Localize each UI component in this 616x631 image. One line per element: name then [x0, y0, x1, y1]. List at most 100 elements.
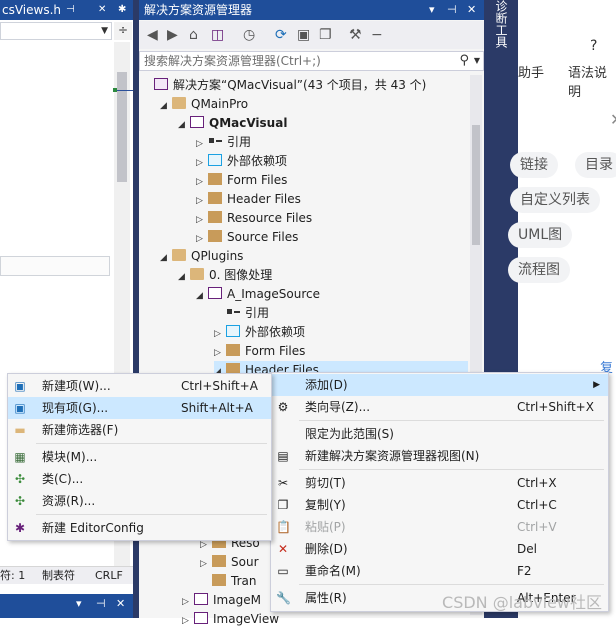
tree-item[interactable]: ▷ Resource Files: [196, 209, 312, 228]
expanded-arrow-icon[interactable]: ◢: [160, 97, 172, 116]
menu-item[interactable]: ✣ 类(C)...: [8, 468, 271, 490]
pin-icon[interactable]: ⊣: [66, 0, 75, 20]
menu-item-label: 删除(D): [305, 542, 348, 556]
pin-icon[interactable]: ⊣: [96, 597, 106, 610]
tree-item[interactable]: ◢ QMainPro: [160, 95, 248, 114]
menu-item[interactable]: 限定为此范围(S): [271, 423, 608, 445]
close-icon[interactable]: ✕: [610, 110, 616, 129]
menu-item[interactable]: ✣ 资源(R)...: [8, 490, 271, 512]
solution-explorer-search-input[interactable]: 搜索解决方案资源管理器(Ctrl+;) ⚲ ▼: [139, 51, 484, 71]
back-icon[interactable]: ◀: [147, 26, 158, 44]
scrollbar-thumb[interactable]: [472, 125, 480, 245]
switch-views-icon[interactable]: ◫: [211, 26, 224, 44]
tree-item[interactable]: ▷ Header Files: [196, 190, 301, 209]
tree-item[interactable]: ▷ Source Files: [196, 228, 298, 247]
tree-item[interactable]: ◢ QPlugins: [160, 247, 243, 266]
chip-flowchart[interactable]: 流程图: [508, 257, 570, 283]
close-icon[interactable]: ✕: [116, 597, 125, 610]
paste-icon: 📋: [276, 520, 291, 534]
menu-item[interactable]: ✕ 删除(D) Del: [271, 538, 608, 560]
menu-item[interactable]: ❐ 复制(Y) Ctrl+C: [271, 494, 608, 516]
tree-item[interactable]: 引用: [214, 304, 269, 323]
navigation-dropdown[interactable]: ▼: [0, 22, 112, 40]
chevron-down-icon[interactable]: ▾: [429, 0, 435, 20]
menu-item[interactable]: ⚙ 类向导(Z)... Ctrl+Shift+X: [271, 396, 608, 418]
sync-icon[interactable]: ⟳: [275, 26, 287, 44]
menu-item-label: 类(C)...: [42, 472, 84, 486]
chip-link[interactable]: 链接: [510, 152, 558, 178]
menu-item[interactable]: ▣ 现有项(G)... Shift+Alt+A: [8, 397, 271, 419]
collapsed-arrow-icon[interactable]: ▷: [182, 612, 194, 631]
tree-item[interactable]: ◢ QMacVisual: [178, 114, 287, 133]
menu-item-label: 新建筛选器(F): [42, 423, 119, 437]
chevron-down-icon[interactable]: ▼: [474, 52, 480, 70]
tree-item[interactable]: ◢ A_ImageSource: [196, 285, 320, 304]
pin-icon[interactable]: ⊣: [447, 0, 457, 20]
filter-icon: [212, 574, 226, 586]
split-editor-button[interactable]: ÷: [114, 22, 132, 40]
new-filter-icon: ▬: [14, 423, 26, 437]
expanded-arrow-icon[interactable]: ◢: [178, 116, 190, 135]
expanded-arrow-icon[interactable]: ◢: [178, 268, 190, 287]
wrench-icon[interactable]: ⚒: [349, 26, 362, 44]
chevron-down-icon[interactable]: ▾: [76, 597, 82, 610]
menu-item-label: 模块(M)...: [42, 450, 98, 464]
gear-icon[interactable]: ✱: [118, 0, 126, 20]
tree-item[interactable]: ▷ 外部依赖项: [196, 152, 287, 171]
new-view-icon: ▤: [277, 449, 289, 463]
close-icon[interactable]: ✕: [467, 0, 476, 20]
assistant-label[interactable]: 助手: [518, 62, 544, 81]
menu-item[interactable]: ▭ 重命名(M) F2: [271, 560, 608, 582]
project-icon: [208, 287, 222, 299]
menu-item[interactable]: ✱ 新建 EditorConfig: [8, 517, 271, 539]
search-icon[interactable]: ⚲: [459, 52, 469, 70]
editor-tab[interactable]: csViews.h ⊣ ✕ ✱: [0, 0, 133, 20]
wrench-icon: 🔧: [276, 591, 291, 605]
folder-icon: [172, 249, 186, 261]
tree-item[interactable]: ▷ Form Files: [196, 171, 287, 190]
add-submenu: ▣ 新建项(W)... Ctrl+Shift+A ▣ 现有项(G)... Shift+Al…: [7, 373, 272, 541]
tree-item[interactable]: ▷ Sour: [200, 553, 259, 572]
menu-item[interactable]: ▬ 新建筛选器(F): [8, 419, 271, 441]
chip-toc[interactable]: 目录: [575, 152, 616, 178]
menu-item[interactable]: 📋 粘贴(P) Ctrl+V: [271, 516, 608, 538]
status-tabs[interactable]: 制表符: [42, 567, 75, 584]
status-column[interactable]: 符: 1: [0, 567, 25, 584]
menu-item[interactable]: ▦ 模块(M)...: [8, 446, 271, 468]
tree-item-label: A_ImageSource: [227, 287, 321, 301]
close-icon[interactable]: ✕: [98, 0, 106, 20]
chip-custom-list[interactable]: 自定义列表: [510, 187, 600, 213]
tree-item[interactable]: ▷ ImageM: [182, 591, 261, 610]
diagnostic-tools-tab[interactable]: 诊断工具: [490, 0, 512, 60]
menu-item[interactable]: ▣ 新建项(W)... Ctrl+Shift+A: [8, 375, 271, 397]
menu-item-label: 添加(D): [305, 378, 348, 392]
tree-item[interactable]: 解决方案“QMacVisual”(43 个项目，共 43 个): [142, 76, 426, 95]
tree-item[interactable]: ▷ 引用: [196, 133, 251, 152]
pending-changes-icon[interactable]: ◷: [243, 26, 255, 44]
tree-item[interactable]: ▷ 外部依赖项: [214, 323, 305, 342]
menu-item[interactable]: 添加(D) ▶: [271, 374, 608, 396]
home-icon[interactable]: ⌂: [189, 26, 198, 44]
show-all-files-icon[interactable]: ❐: [319, 26, 332, 44]
menu-item[interactable]: ✂ 剪切(T) Ctrl+X: [271, 472, 608, 494]
tree-item-label: QMacVisual: [209, 116, 288, 130]
tree-item[interactable]: ▷ ImageView: [182, 610, 279, 629]
status-eol[interactable]: CRLF: [95, 567, 123, 584]
tree-item[interactable]: Tran: [200, 572, 256, 591]
tree-item[interactable]: ▷ Form Files: [214, 342, 305, 361]
menu-item[interactable]: ▤ 新建解决方案资源管理器视图(N): [271, 445, 608, 467]
help-circle-icon[interactable]: ?: [590, 38, 597, 54]
chip-uml[interactable]: UML图: [508, 222, 573, 248]
tree-item-label: QPlugins: [191, 249, 244, 263]
grammar-label[interactable]: 语法说明: [568, 62, 616, 100]
minus-icon[interactable]: −: [371, 26, 383, 44]
forward-icon[interactable]: ▶: [167, 26, 178, 44]
menu-separator: [36, 514, 267, 515]
scrollbar-thumb[interactable]: [117, 72, 127, 182]
tree-item[interactable]: ◢ 0. 图像处理: [178, 266, 272, 285]
menu-separator: [299, 420, 604, 421]
expanded-arrow-icon[interactable]: ◢: [160, 249, 172, 268]
expanded-arrow-icon[interactable]: ◢: [196, 287, 208, 306]
copy-icon: ❐: [277, 498, 289, 512]
collapse-all-icon[interactable]: ▣: [297, 26, 310, 44]
